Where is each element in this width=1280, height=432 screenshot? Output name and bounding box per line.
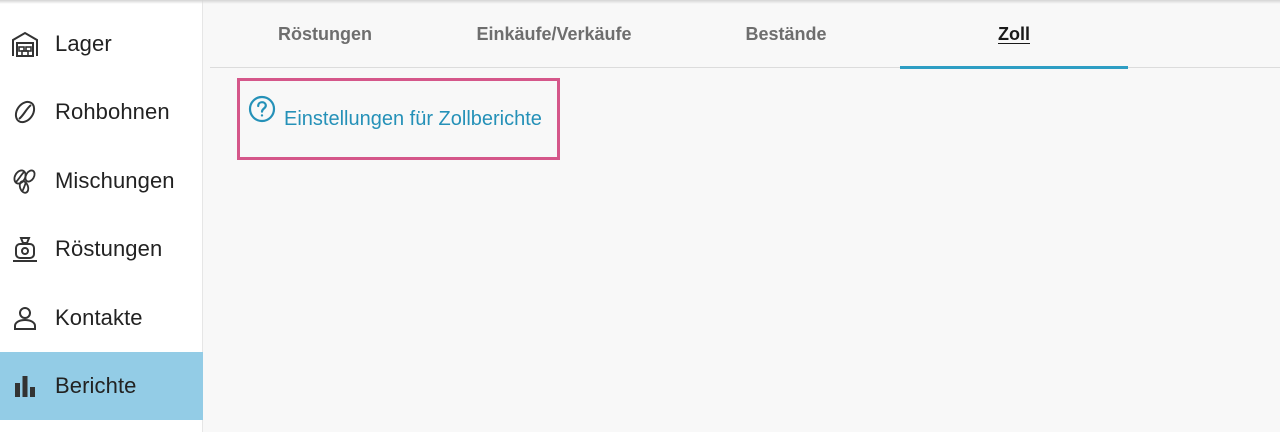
sidebar-item-rohbohnen[interactable]: Rohbohnen: [0, 78, 203, 146]
help-circle-icon: [248, 95, 276, 123]
tab-label: Bestände: [745, 23, 827, 44]
sidebar-item-label: Berichte: [55, 373, 137, 398]
sidebar-item-label: Mischungen: [55, 168, 175, 193]
bar-chart-icon: [10, 371, 40, 401]
sidebar-item-roestungen[interactable]: Röstungen: [0, 215, 203, 283]
sidebar-item-label: Rohbohnen: [55, 99, 170, 124]
sidebar: Lager Rohbohnen Mischungen Röstungen Kon…: [0, 0, 203, 432]
tab-label: Einkäufe/Verkäufe: [476, 23, 632, 44]
sidebar-item-mischungen[interactable]: Mischungen: [0, 147, 203, 215]
sidebar-item-label: Lager: [55, 31, 112, 56]
person-icon: [10, 303, 40, 333]
tab-bestaende[interactable]: Bestände: [676, 0, 896, 68]
tab-einkaeufe-verkaeufe[interactable]: Einkäufe/Verkäufe: [440, 0, 668, 68]
tab-label: Zoll: [998, 23, 1030, 44]
help-link-label: Einstellungen für Zollberichte: [284, 108, 542, 130]
tab-zoll[interactable]: Zoll: [900, 0, 1128, 69]
tab-roestungen[interactable]: Röstungen: [220, 0, 430, 68]
active-tab-indicator: [900, 66, 1128, 69]
sidebar-item-berichte[interactable]: Berichte: [0, 352, 203, 420]
beans-blend-icon: [10, 166, 40, 196]
top-shadow: [0, 0, 1280, 4]
zoll-settings-help-link[interactable]: Einstellungen für Zollberichte: [248, 95, 542, 131]
sidebar-item-label: Kontakte: [55, 305, 143, 330]
sidebar-item-label: Röstungen: [55, 236, 163, 261]
sidebar-item-kontakte[interactable]: Kontakte: [0, 284, 203, 352]
tab-bar: Röstungen Einkäufe/Verkäufe Bestände Zol…: [210, 0, 1280, 69]
warehouse-icon: [10, 29, 40, 59]
coffee-bean-icon: [10, 97, 40, 127]
roaster-icon: [10, 234, 40, 264]
tab-label: Röstungen: [278, 23, 372, 44]
main-content: Röstungen Einkäufe/Verkäufe Bestände Zol…: [204, 0, 1280, 432]
sidebar-item-lager[interactable]: Lager: [0, 10, 203, 78]
